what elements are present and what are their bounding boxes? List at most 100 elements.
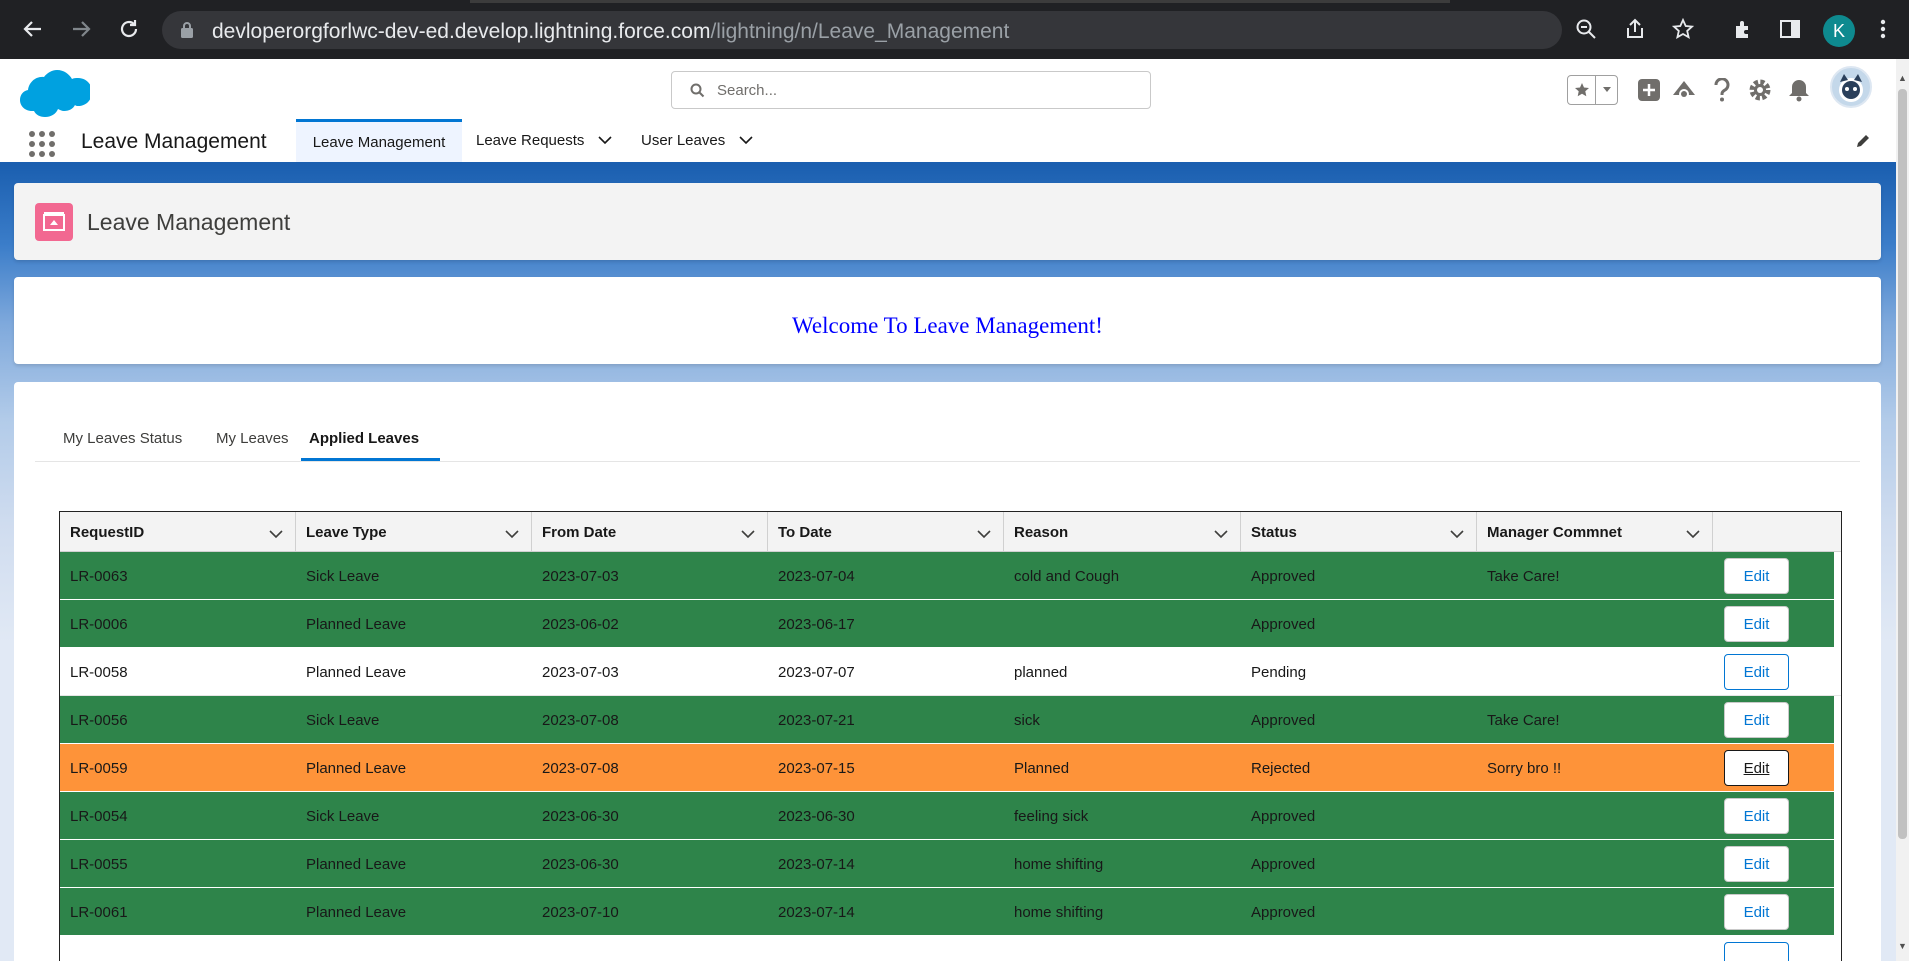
- notifications-bell-icon[interactable]: [1786, 75, 1812, 105]
- tab-my-leaves-status[interactable]: My Leaves Status: [63, 430, 182, 447]
- chevron-down-icon[interactable]: [505, 526, 519, 543]
- salesforce-cloud-icon[interactable]: [18, 67, 92, 122]
- cell-type: Planned Leave: [306, 904, 407, 921]
- help-icon[interactable]: [1710, 75, 1734, 105]
- edit-button[interactable]: Edit: [1724, 606, 1789, 642]
- chevron-down-icon[interactable]: [977, 526, 991, 543]
- row-end-gap: [1834, 792, 1841, 840]
- cell-to: 2023-07-14: [778, 904, 855, 921]
- cell-from: 2023-07-03: [542, 568, 619, 585]
- nav-tab-label: Leave Requests: [476, 132, 585, 149]
- tab-my-leaves[interactable]: My Leaves: [216, 430, 289, 447]
- cell-comment: Take Care!: [1487, 712, 1560, 729]
- cell-from: 2023-06-30: [542, 856, 619, 873]
- user-avatar[interactable]: [1830, 66, 1872, 108]
- cell-status: Approved: [1251, 808, 1316, 825]
- page-header: Leave Management: [14, 183, 1881, 260]
- column-header-from-date[interactable]: From Date: [532, 512, 768, 552]
- scrollbar-thumb[interactable]: [1898, 89, 1907, 839]
- reload-icon[interactable]: [114, 14, 144, 44]
- cell-from: 2023-07-08: [542, 760, 619, 777]
- nav-tab-leave-requests[interactable]: Leave Requests: [476, 119, 612, 162]
- chevron-down-icon[interactable]: [1214, 526, 1228, 543]
- edit-button[interactable]: Edit: [1724, 894, 1789, 930]
- global-actions-plus-icon[interactable]: [1635, 75, 1663, 105]
- table-row: LR-0063 Sick Leave 2023-07-03 2023-07-04 col…: [60, 552, 1841, 600]
- cell-id: LR-0054: [70, 808, 128, 825]
- edit-button[interactable]: Edit: [1724, 846, 1789, 882]
- scroll-up-arrow-icon[interactable]: ▲: [1898, 73, 1907, 83]
- setup-gear-icon[interactable]: [1746, 75, 1774, 105]
- browser-tab-strip: [470, 0, 1450, 3]
- side-panel-icon[interactable]: [1775, 14, 1805, 44]
- row-end-gap: [1834, 888, 1841, 936]
- cell-reason: feeling sick: [1014, 808, 1089, 825]
- profile-avatar[interactable]: K: [1823, 15, 1855, 47]
- cell-id: LR-0063: [70, 568, 128, 585]
- tab-applied-leaves[interactable]: Applied Leaves: [309, 430, 419, 447]
- cell-status: Approved: [1251, 856, 1316, 873]
- row-end-gap: [1834, 840, 1841, 888]
- browser-toolbar: devloperorgforlwc-dev-ed.develop.lightni…: [0, 0, 1909, 59]
- page-scrollbar[interactable]: ▲ ▼: [1896, 59, 1909, 961]
- table-row: LR-0054 Sick Leave 2023-06-30 2023-06-30 fee…: [60, 792, 1841, 840]
- trailhead-icon[interactable]: [1669, 75, 1699, 105]
- edit-button-partial[interactable]: [1724, 942, 1789, 961]
- chevron-down-icon[interactable]: [1686, 526, 1700, 543]
- cell-reason: planned: [1014, 664, 1068, 681]
- cell-from: 2023-06-02: [542, 616, 619, 633]
- global-header: Search...: [0, 59, 1900, 119]
- column-header-leave-type[interactable]: Leave Type: [296, 512, 532, 552]
- cell-from: 2023-06-30: [542, 808, 619, 825]
- column-label: Status: [1251, 524, 1297, 541]
- column-header-to-date[interactable]: To Date: [768, 512, 1004, 552]
- forward-icon[interactable]: [66, 14, 96, 44]
- row-end-gap: [1834, 552, 1841, 600]
- table-row: LR-0061 Planned Leave 2023-07-10 2023-07-14…: [60, 888, 1841, 936]
- column-header-reason[interactable]: Reason: [1004, 512, 1241, 552]
- cell-to: 2023-07-21: [778, 712, 855, 729]
- cell-id: LR-0056: [70, 712, 128, 729]
- chevron-down-icon[interactable]: [269, 526, 283, 543]
- cell-from: 2023-07-08: [542, 712, 619, 729]
- chevron-down-icon[interactable]: [1450, 526, 1464, 543]
- leaves-tabset: My Leaves Status My Leaves Applied Leave…: [35, 382, 1860, 462]
- edit-nav-pencil-icon[interactable]: [1855, 133, 1871, 154]
- chevron-down-icon[interactable]: [741, 526, 755, 543]
- cell-comment: Sorry bro !!: [1487, 760, 1562, 777]
- cell-type: Planned Leave: [306, 616, 407, 633]
- column-header-manager-comment[interactable]: Manager Commnet: [1477, 512, 1713, 552]
- chevron-down-icon[interactable]: [739, 132, 753, 149]
- share-icon[interactable]: [1620, 14, 1650, 44]
- url-host: devloperorgforlwc-dev-ed.develop.lightni…: [212, 20, 711, 43]
- edit-button[interactable]: Edit: [1724, 798, 1789, 834]
- edit-button[interactable]: Edit: [1724, 558, 1789, 594]
- edit-button[interactable]: Edit: [1724, 750, 1789, 786]
- nav-tab-leave-management[interactable]: Leave Management: [296, 119, 462, 162]
- bookmark-star-icon[interactable]: [1668, 14, 1698, 44]
- app-launcher-icon[interactable]: [29, 131, 55, 157]
- edit-button[interactable]: Edit: [1724, 702, 1789, 738]
- cell-status: Approved: [1251, 568, 1316, 585]
- address-bar[interactable]: devloperorgforlwc-dev-ed.develop.lightni…: [162, 11, 1562, 49]
- favorites-star-icon[interactable]: [1568, 76, 1596, 104]
- back-icon[interactable]: [18, 14, 48, 44]
- global-search-input[interactable]: Search...: [671, 71, 1151, 109]
- nav-tab-user-leaves[interactable]: User Leaves: [641, 119, 753, 162]
- scroll-down-arrow-icon[interactable]: ▼: [1898, 941, 1907, 951]
- cell-reason: home shifting: [1014, 856, 1104, 873]
- menu-icon[interactable]: [1868, 14, 1898, 44]
- extensions-icon[interactable]: [1728, 14, 1758, 44]
- table-header: RequestID Leave Type From Date To Date R…: [60, 512, 1841, 552]
- cell-reason: Planned: [1014, 760, 1070, 777]
- edit-button[interactable]: Edit: [1724, 654, 1789, 690]
- welcome-text: Welcome To Leave Management!: [792, 313, 1103, 338]
- favorites-chevron-down-icon[interactable]: [1596, 76, 1617, 104]
- zoom-icon[interactable]: [1571, 14, 1601, 44]
- column-header-status[interactable]: Status: [1241, 512, 1477, 552]
- nav-tab-label: Leave Management: [312, 133, 446, 151]
- chevron-down-icon[interactable]: [598, 132, 612, 149]
- favorites-button[interactable]: [1567, 75, 1618, 105]
- cell-status: Approved: [1251, 616, 1316, 633]
- column-header-request-id[interactable]: RequestID: [60, 512, 296, 552]
